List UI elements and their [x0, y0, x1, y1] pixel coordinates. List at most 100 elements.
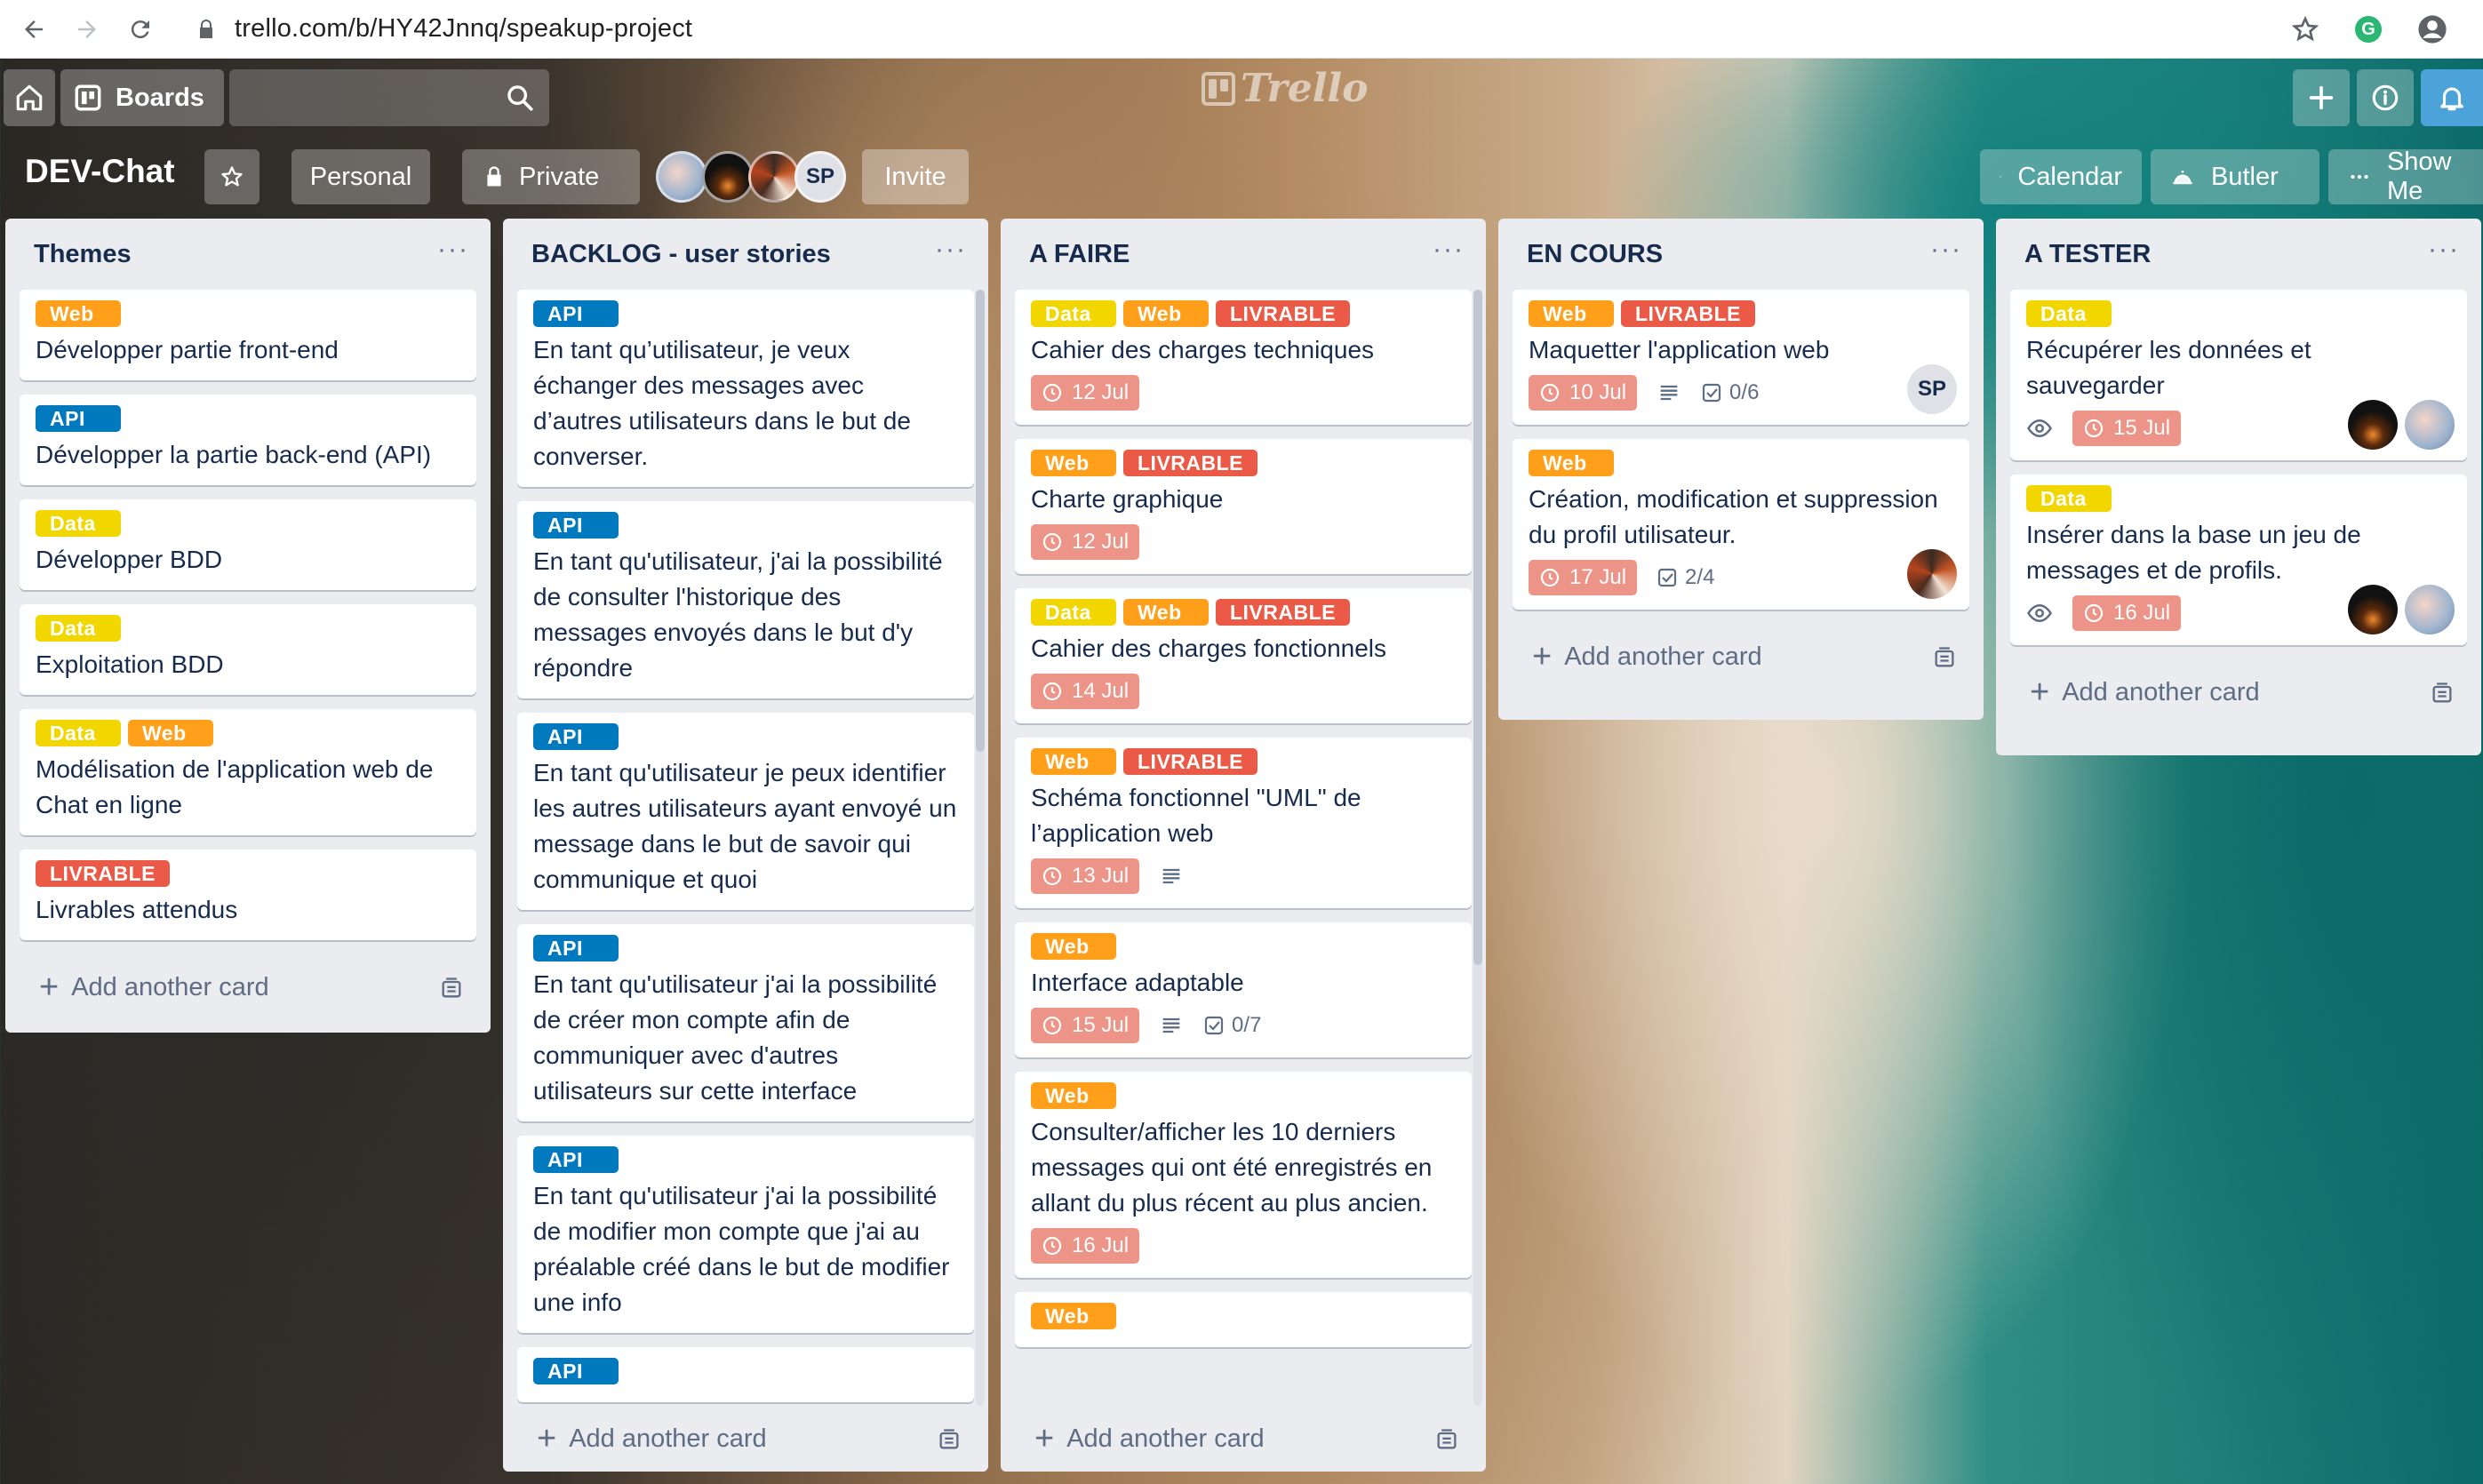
card[interactable]: Web — [1015, 1292, 1472, 1347]
avatar[interactable] — [2348, 400, 2398, 450]
due-date-badge[interactable]: 17 Jul — [1529, 560, 1638, 595]
notifications-button[interactable] — [2421, 69, 2483, 126]
grammarly-extension-icon[interactable]: G — [2355, 16, 2382, 43]
card[interactable]: Data Insérer dans la base un jeu de mess… — [2010, 475, 2467, 645]
avatar[interactable] — [1907, 549, 1957, 599]
card[interactable]: API En tant qu'utilisateur, j'ai la poss… — [517, 501, 974, 698]
calendar-label: Calendar — [2017, 162, 2122, 191]
description-icon — [1660, 385, 1678, 401]
avatar-sp[interactable]: SP — [794, 151, 846, 203]
list-menu-icon[interactable]: ··· — [935, 235, 967, 265]
avatar[interactable] — [2405, 400, 2455, 450]
calendar-button[interactable]: Calendar — [1980, 149, 2142, 204]
list-menu-icon[interactable]: ··· — [437, 235, 469, 265]
due-date-badge[interactable]: 16 Jul — [2072, 595, 2182, 631]
avatar[interactable] — [748, 151, 800, 203]
add-card-button[interactable]: + Add another card — [1996, 659, 2481, 725]
invite-button[interactable]: Invite — [862, 149, 969, 204]
clock-icon — [1042, 1016, 1062, 1035]
label-web: Web — [1031, 1303, 1116, 1329]
avatar[interactable] — [702, 151, 754, 203]
list-menu-icon[interactable]: ··· — [2428, 235, 2460, 265]
search-button[interactable] — [229, 69, 549, 126]
card-template-icon[interactable] — [1932, 645, 1957, 670]
card[interactable]: Web LIVRABLE Maquetter l'application web… — [1513, 290, 1969, 425]
back-icon[interactable] — [14, 10, 53, 49]
card[interactable]: Web Développer partie front-end — [20, 290, 476, 380]
star-board-button[interactable] — [204, 149, 259, 204]
list-en-cours: EN COURS ··· Web LIVRABLE Maquetter l'ap… — [1498, 219, 1984, 720]
due-date-badge[interactable]: 16 Jul — [1031, 1228, 1140, 1264]
info-button[interactable] — [2357, 69, 2414, 126]
card[interactable]: API En tant qu'utilisateur j'ai la possi… — [517, 1136, 974, 1333]
due-date-badge[interactable]: 15 Jul — [2072, 411, 2182, 446]
card[interactable]: Data Web LIVRABLE Cahier des charges tec… — [1015, 290, 1472, 425]
scrollbar[interactable] — [976, 290, 985, 752]
board-members: SP — [656, 151, 846, 203]
card[interactable]: API En tant qu'utilisateur j'ai la possi… — [517, 924, 974, 1121]
list-header[interactable]: EN COURS ··· — [1498, 219, 1984, 290]
add-card-button[interactable]: + Add another card — [5, 954, 491, 1020]
list-header[interactable]: Themes ··· — [5, 219, 491, 290]
card-template-icon[interactable] — [937, 1427, 962, 1452]
card[interactable]: Data Développer BDD — [20, 499, 476, 590]
card-title: Cahier des charges techniques — [1031, 336, 1375, 363]
due-date-badge[interactable]: 15 Jul — [1031, 1008, 1140, 1043]
add-card-button[interactable]: + Add another card — [503, 1406, 988, 1472]
board-header: DEV-Chat Personal Private SP Invite Cale… — [0, 142, 2483, 210]
home-button[interactable] — [4, 69, 55, 126]
card[interactable]: LIVRABLE Livrables attendus — [20, 850, 476, 940]
card[interactable]: Web Consulter/afficher les 10 derniers m… — [1015, 1072, 1472, 1278]
list-title: BACKLOG - user stories — [531, 240, 831, 268]
due-date-badge[interactable]: 12 Jul — [1031, 524, 1140, 560]
card[interactable]: API En tant qu'utilisateur je peux ident… — [517, 713, 974, 910]
butler-label: Butler — [2211, 162, 2279, 191]
card-template-icon[interactable] — [2430, 681, 2455, 706]
card-title: Exploitation BDD — [36, 650, 224, 678]
avatar-sp[interactable]: SP — [1907, 364, 1957, 414]
card[interactable]: Data Exploitation BDD — [20, 604, 476, 695]
list-header[interactable]: A FAIRE ··· — [1001, 219, 1486, 290]
board-title[interactable]: DEV-Chat — [25, 153, 175, 190]
due-date-badge[interactable]: 12 Jul — [1031, 375, 1140, 411]
card-title: En tant qu'utilisateur je peux identifie… — [533, 759, 957, 893]
card[interactable]: API En tant qu’utilisateur, je veux écha… — [517, 290, 974, 487]
scrollbar[interactable] — [1473, 290, 1482, 965]
card[interactable]: Web Interface adaptable 15 Jul 0/7 — [1015, 922, 1472, 1057]
privacy-button[interactable]: Private — [462, 149, 640, 204]
profile-icon[interactable] — [2417, 14, 2447, 44]
trello-logo[interactable]: Trello — [1202, 66, 1369, 111]
due-date-badge[interactable]: 10 Jul — [1529, 375, 1638, 411]
list-header[interactable]: A TESTER ··· — [1996, 219, 2481, 290]
card[interactable]: Data Web Modélisation de l'application w… — [20, 709, 476, 835]
card[interactable]: Web Création, modification et suppressio… — [1513, 439, 1969, 610]
card[interactable]: Web LIVRABLE Charte graphique 12 Jul — [1015, 439, 1472, 574]
card[interactable]: API — [517, 1347, 974, 1402]
team-visibility-button[interactable]: Personal — [291, 149, 430, 204]
card[interactable]: API Développer la partie back-end (API) — [20, 395, 476, 485]
card-template-icon[interactable] — [1434, 1427, 1459, 1452]
address-bar[interactable]: trello.com/b/HY42Jnnq/speakup-project — [196, 7, 692, 52]
list-menu-icon[interactable]: ··· — [1433, 235, 1465, 265]
create-button[interactable] — [2293, 69, 2350, 126]
add-card-button[interactable]: + Add another card — [1498, 624, 1984, 690]
butler-button[interactable]: Butler — [2151, 149, 2319, 204]
card[interactable]: Web LIVRABLE Schéma fonctionnel "UML" de… — [1015, 738, 1472, 908]
forward-icon[interactable] — [68, 10, 107, 49]
bookmark-star-icon[interactable] — [2291, 15, 2319, 44]
card[interactable]: Data Récupérer les données et sauvegarde… — [2010, 290, 2467, 460]
add-card-button[interactable]: + Add another card — [1001, 1406, 1486, 1472]
card-template-icon[interactable] — [439, 976, 464, 1001]
add-card-label: Add another card — [1066, 1424, 1265, 1453]
reload-icon[interactable] — [121, 10, 160, 49]
avatar[interactable] — [2405, 585, 2455, 634]
due-date-badge[interactable]: 14 Jul — [1031, 674, 1140, 709]
avatar[interactable] — [2348, 585, 2398, 634]
card[interactable]: Data Web LIVRABLE Cahier des charges fon… — [1015, 588, 1472, 723]
list-header[interactable]: BACKLOG - user stories ··· — [503, 219, 988, 290]
boards-button[interactable]: Boards — [60, 69, 224, 126]
due-date-badge[interactable]: 13 Jul — [1031, 858, 1140, 894]
list-menu-icon[interactable]: ··· — [1930, 235, 1962, 265]
show-menu-button[interactable]: Show Me — [2328, 148, 2483, 205]
avatar[interactable] — [656, 151, 707, 203]
